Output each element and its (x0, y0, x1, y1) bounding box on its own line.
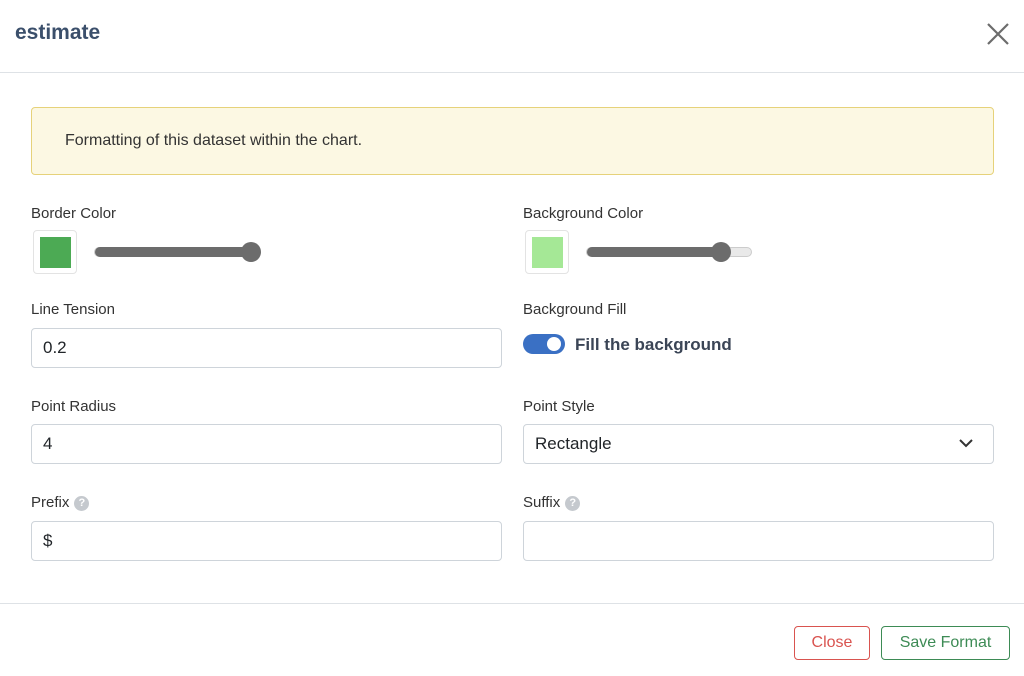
prefix-input[interactable]: $ (31, 521, 502, 561)
point-style-select[interactable]: Rectangle (523, 424, 994, 464)
line-tension-input[interactable]: 0.2 (31, 328, 502, 368)
background-fill-label: Background Fill (523, 301, 627, 318)
close-x-icon[interactable] (986, 22, 1010, 46)
background-opacity-slider[interactable] (586, 242, 752, 262)
close-button[interactable]: Close (794, 626, 870, 660)
suffix-input[interactable] (523, 521, 994, 561)
border-color-preview (40, 237, 71, 268)
prefix-label-text: Prefix (31, 494, 70, 511)
border-color-label: Border Color (31, 205, 117, 222)
point-radius-input[interactable]: 4 (31, 424, 502, 464)
background-fill-toggle-label[interactable]: Fill the background (575, 335, 732, 355)
point-style-value: Rectangle (535, 434, 612, 453)
alert-text: Formatting of this dataset within the ch… (65, 132, 363, 149)
line-tension-label: Line Tension (31, 301, 115, 318)
point-style-label: Point Style (523, 398, 595, 415)
slider-thumb[interactable] (241, 242, 261, 262)
info-alert: Formatting of this dataset within the ch… (31, 107, 994, 175)
background-color-swatch[interactable] (525, 230, 569, 274)
border-opacity-slider[interactable] (94, 242, 261, 262)
point-radius-label: Point Radius (31, 398, 117, 415)
suffix-label-text: Suffix (523, 494, 561, 511)
background-fill-toggle[interactable] (523, 334, 565, 354)
slider-thumb[interactable] (711, 242, 732, 262)
chevron-down-icon (959, 439, 973, 448)
help-icon[interactable]: ? (565, 496, 581, 511)
modal-title: estimate (15, 21, 101, 44)
border-color-swatch[interactable] (33, 230, 77, 274)
modal-header: estimate (0, 0, 1024, 73)
prefix-label: Prefix? (31, 494, 90, 511)
suffix-label: Suffix? (523, 494, 581, 511)
background-color-label: Background Color (523, 205, 644, 222)
help-icon[interactable]: ? (74, 496, 90, 511)
save-format-button[interactable]: Save Format (881, 626, 1010, 660)
background-color-preview (532, 237, 563, 268)
modal-footer (0, 603, 1024, 676)
